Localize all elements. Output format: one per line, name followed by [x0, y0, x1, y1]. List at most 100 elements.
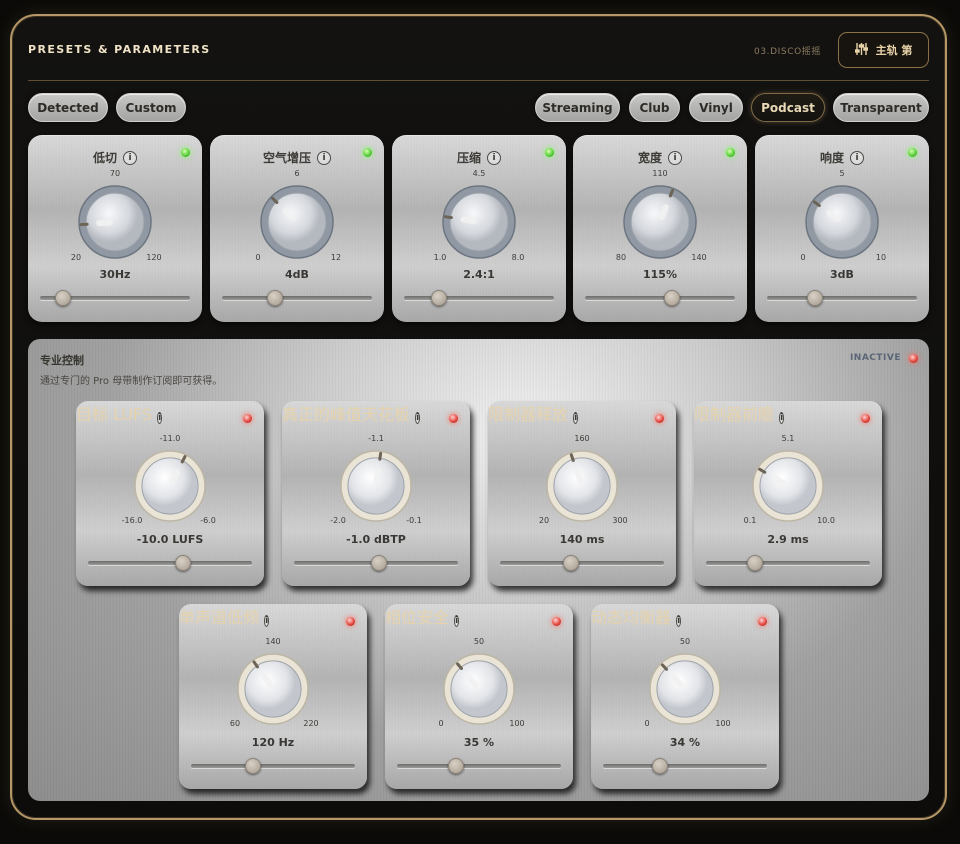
- tick-mid: 5: [839, 169, 845, 178]
- pro-control-card: 动态均衡器 i 50 0 100 34 %: [591, 604, 779, 789]
- param-card: 宽度 i 110 80 140 115%: [573, 135, 747, 322]
- pro-control-card: 限制器前瞻 i 5.1 0.1 10.0 2.9 ms: [694, 401, 882, 586]
- slider-thumb[interactable]: [807, 290, 823, 306]
- status-led: [552, 617, 561, 626]
- preset-streaming[interactable]: Streaming: [535, 93, 620, 122]
- tick-min: 0: [800, 253, 806, 262]
- slider-thumb[interactable]: [430, 290, 447, 306]
- tick-max: 100: [715, 719, 731, 728]
- rotary-knob[interactable]: [649, 653, 721, 725]
- param-slider[interactable]: [767, 290, 917, 306]
- tick-mid: 70: [109, 169, 121, 178]
- param-slider[interactable]: [222, 290, 372, 306]
- pro-control-card: 限制器释放 i 160 20 300 140 ms: [488, 401, 676, 586]
- rotary-knob[interactable]: [78, 185, 152, 259]
- page-title: PRESETS & PARAMETERS: [28, 43, 211, 56]
- param-card: 空气增压 i 6 0 12 4dB: [210, 135, 384, 322]
- control-value: 34 %: [669, 736, 701, 749]
- info-icon[interactable]: i: [317, 150, 331, 165]
- control-value: 115%: [643, 268, 677, 281]
- rotary-knob[interactable]: [623, 185, 697, 259]
- info-icon[interactable]: i: [668, 150, 682, 165]
- control-value: 2.9 ms: [767, 533, 809, 546]
- info-icon[interactable]: i: [157, 412, 163, 424]
- info-icon[interactable]: i: [264, 615, 270, 627]
- tick-max: 12: [330, 253, 342, 262]
- master-track-button[interactable]: 主轨 第: [838, 32, 929, 68]
- param-slider[interactable]: [40, 290, 190, 306]
- tick-mid: 4.5: [472, 169, 486, 178]
- param-slider[interactable]: [404, 290, 554, 306]
- preset-transparent[interactable]: Transparent: [833, 93, 929, 122]
- control-value: 120 Hz: [251, 736, 295, 749]
- rotary-knob[interactable]: [442, 185, 516, 259]
- slider-thumb[interactable]: [562, 555, 579, 571]
- pro-control-card: 单声道低频 i 140 60 220 120 Hz: [179, 604, 367, 789]
- param-card: 响度 i 5 0 10 3dB: [755, 135, 929, 322]
- param-slider[interactable]: [500, 555, 664, 571]
- control-title: 单声道低频 i: [179, 604, 367, 628]
- control-value: 2.4:1: [463, 268, 495, 281]
- control-value: -10.0 LUFS: [136, 533, 204, 546]
- param-slider[interactable]: [294, 555, 458, 571]
- param-slider[interactable]: [88, 555, 252, 571]
- slider-thumb[interactable]: [54, 290, 71, 306]
- status-led: [908, 148, 917, 157]
- control-title: 空气增压 i: [210, 149, 384, 166]
- rotary-knob[interactable]: [752, 450, 824, 522]
- param-slider[interactable]: [585, 290, 735, 306]
- slider-thumb[interactable]: [371, 555, 388, 571]
- info-icon[interactable]: i: [676, 615, 682, 627]
- status-led: [243, 414, 252, 423]
- param-slider[interactable]: [603, 758, 767, 774]
- slider-thumb[interactable]: [664, 290, 680, 306]
- tick-min: 20: [70, 253, 82, 262]
- tick-min: 0: [255, 253, 261, 262]
- tick-min: -16.0: [121, 516, 143, 525]
- slider-thumb[interactable]: [245, 758, 262, 774]
- rotary-knob[interactable]: [237, 653, 309, 725]
- slider-thumb[interactable]: [652, 758, 669, 774]
- track-name: 03.DISCO摇摇: [754, 47, 821, 57]
- rotary-knob[interactable]: [546, 450, 618, 522]
- slider-thumb[interactable]: [175, 555, 192, 571]
- rotary-knob[interactable]: [340, 450, 412, 522]
- info-icon[interactable]: i: [123, 150, 137, 165]
- control-label: 空气增压: [262, 151, 311, 165]
- control-label: 低切: [92, 151, 117, 165]
- info-icon[interactable]: i: [454, 615, 460, 627]
- preset-vinyl[interactable]: Vinyl: [689, 93, 743, 122]
- rotary-knob[interactable]: [805, 185, 879, 259]
- preset-custom[interactable]: Custom: [116, 93, 186, 122]
- pro-status: INACTIVE: [849, 353, 901, 363]
- slider-thumb[interactable]: [747, 555, 764, 571]
- pro-control-card: 相位安全 i 50 0 100 35 %: [385, 604, 573, 789]
- info-icon[interactable]: i: [779, 412, 785, 424]
- tick-min: 0: [438, 719, 444, 728]
- rotary-knob[interactable]: [260, 185, 334, 259]
- tick-max: 140: [691, 253, 707, 262]
- info-icon[interactable]: i: [487, 150, 501, 165]
- tick-max: 100: [509, 719, 525, 728]
- param-slider[interactable]: [397, 758, 561, 774]
- preset-detected[interactable]: Detected: [28, 93, 108, 122]
- param-slider[interactable]: [706, 555, 870, 571]
- control-title: 限制器前瞻 i: [694, 401, 882, 425]
- control-label: 响度: [819, 151, 844, 165]
- param-card: 压缩 i 4.5 1.0 8.0 2.4:1: [392, 135, 566, 322]
- preset-podcast[interactable]: Podcast: [751, 93, 825, 122]
- rotary-knob[interactable]: [134, 450, 206, 522]
- info-icon[interactable]: i: [573, 412, 579, 424]
- status-led: [861, 414, 870, 423]
- preset-club[interactable]: Club: [629, 93, 680, 122]
- control-label: 限制器释放: [488, 405, 569, 424]
- info-icon[interactable]: i: [850, 150, 864, 165]
- slider-thumb[interactable]: [448, 758, 465, 774]
- info-icon[interactable]: i: [415, 412, 421, 424]
- rotary-knob[interactable]: [443, 653, 515, 725]
- control-title: 响度 i: [755, 149, 929, 166]
- pro-control-card: 目标 LUFS i -11.0 -16.0 -6.0 -10.0 LUFS: [76, 401, 264, 586]
- tick-min: 80: [615, 253, 627, 262]
- param-slider[interactable]: [191, 758, 355, 774]
- slider-thumb[interactable]: [266, 290, 283, 306]
